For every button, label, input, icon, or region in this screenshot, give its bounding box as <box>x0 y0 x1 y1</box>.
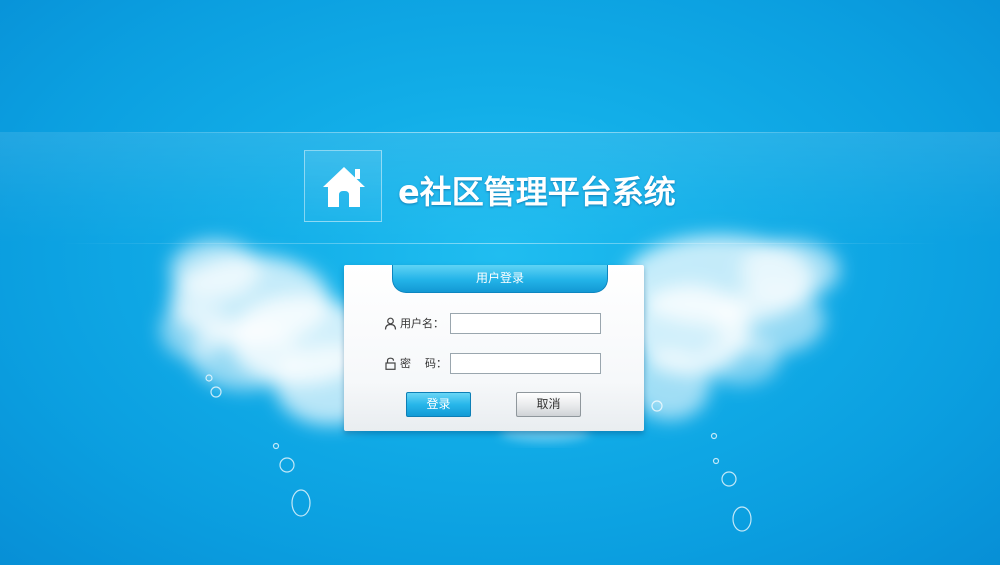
username-row: 用户名： <box>384 313 604 335</box>
user-icon <box>384 317 397 330</box>
username-label: 用户名： <box>400 317 444 330</box>
logo-box <box>304 150 382 222</box>
app-title: e社区管理平台系统 <box>398 173 676 211</box>
password-row: 密 码： <box>384 353 604 375</box>
login-panel-title: 用户登录 <box>392 265 608 293</box>
house-icon <box>323 167 365 207</box>
login-page: e社区管理平台系统 用户登录 用户名： 密 码： 登录 取消 <box>0 0 1000 565</box>
username-input[interactable] <box>450 313 601 334</box>
cancel-button[interactable]: 取消 <box>516 392 581 417</box>
login-panel: 用户登录 用户名： 密 码： 登录 取消 <box>344 265 644 431</box>
password-input[interactable] <box>450 353 601 374</box>
login-button[interactable]: 登录 <box>406 392 471 417</box>
lock-icon <box>385 357 396 370</box>
password-label: 密 码： <box>400 357 447 370</box>
